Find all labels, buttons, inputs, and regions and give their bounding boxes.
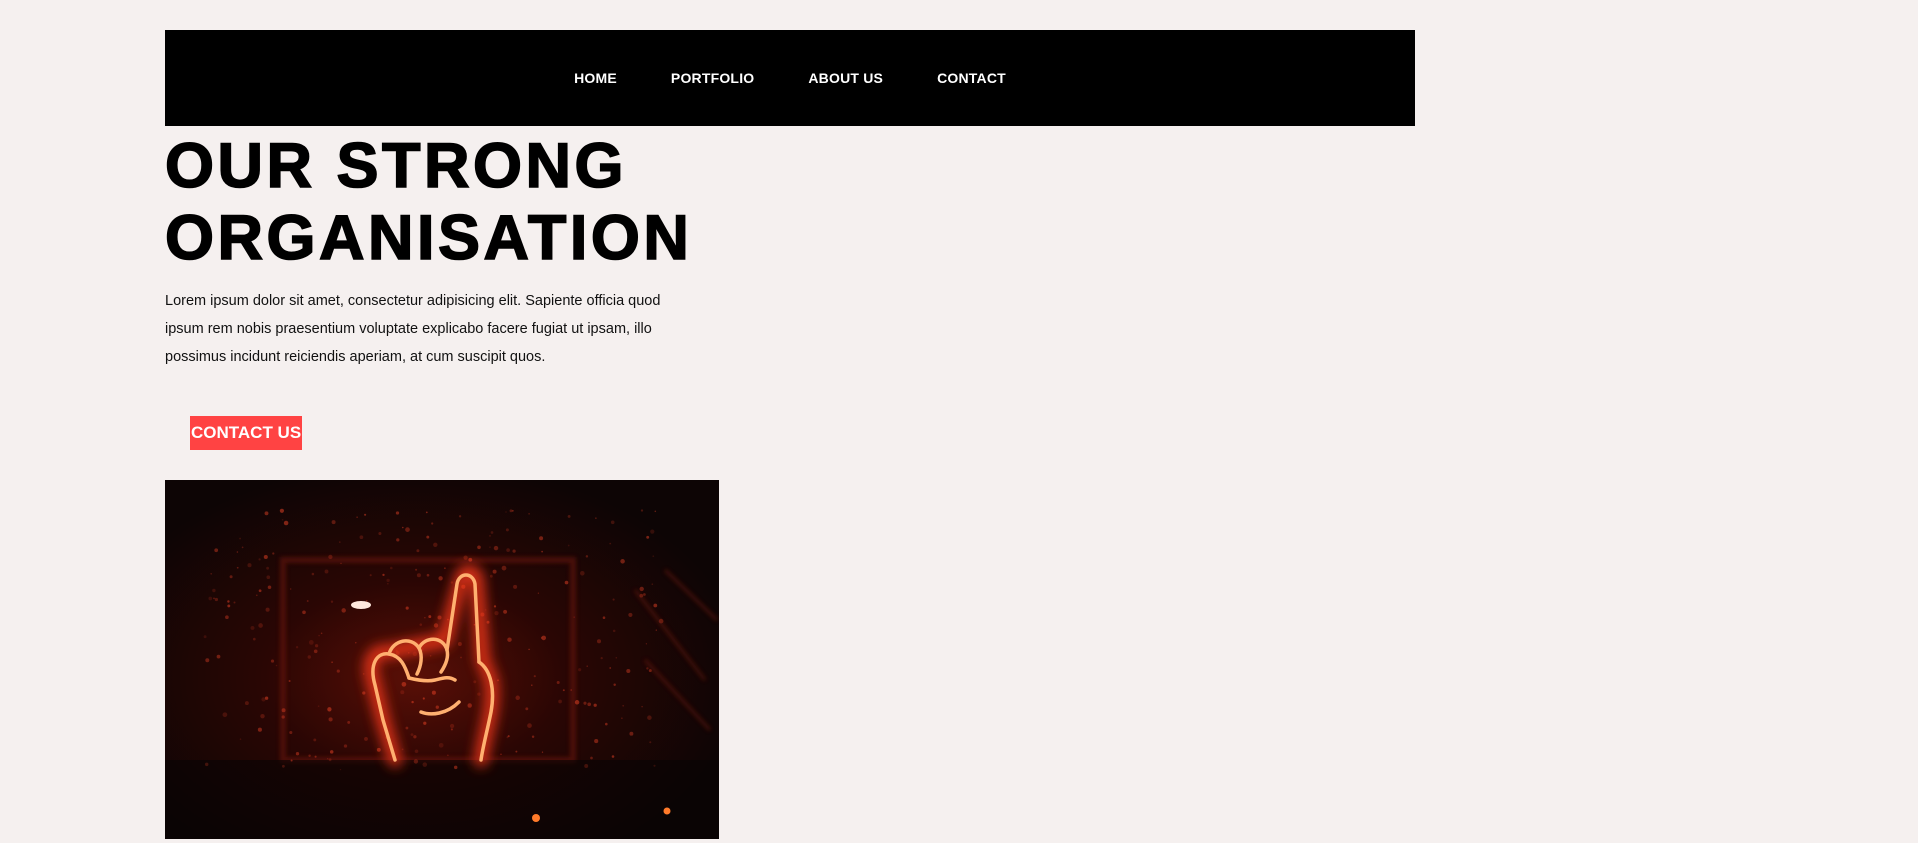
nav-link-home[interactable]: HOME: [574, 70, 617, 86]
main-nav: HOME PORTFOLIO ABOUT US CONTACT: [165, 30, 1415, 126]
hero-image: [165, 480, 719, 839]
nav-link-contact[interactable]: CONTACT: [937, 70, 1006, 86]
top-navbar: HOME PORTFOLIO ABOUT US CONTACT: [165, 30, 1415, 126]
hero-title: OUR STRONG ORGANISATION: [164, 130, 693, 274]
nav-link-about-us[interactable]: ABOUT US: [808, 70, 883, 86]
hero-title-line-2: ORGANISATION: [164, 202, 693, 274]
neon-hand-image: [165, 480, 719, 839]
hero-paragraph: Lorem ipsum dolor sit amet, consectetur …: [165, 293, 661, 365]
hero-title-line-1: OUR STRONG: [164, 130, 628, 202]
nav-link-portfolio[interactable]: PORTFOLIO: [671, 70, 754, 86]
contact-us-button[interactable]: CONTACT US: [190, 416, 303, 450]
